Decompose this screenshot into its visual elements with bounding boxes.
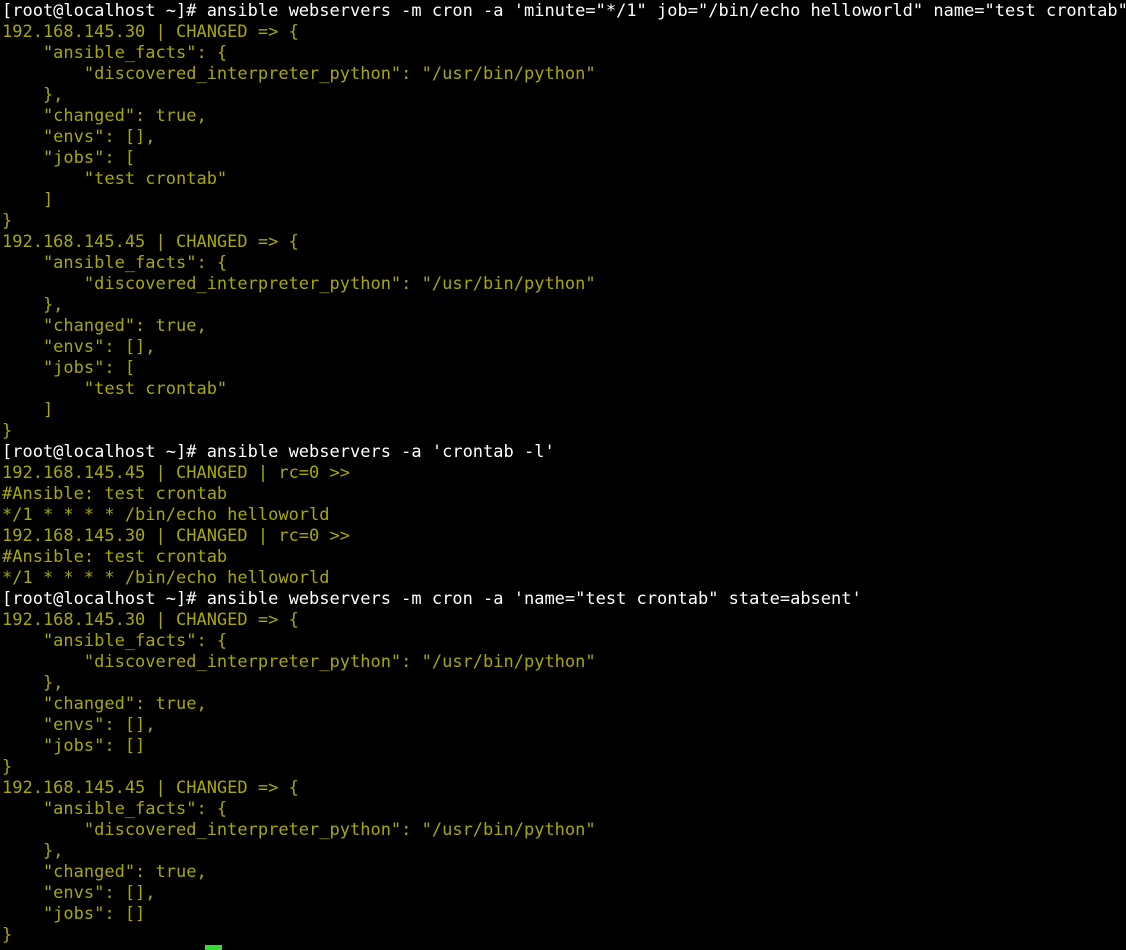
terminal-output-line: */1 * * * * /bin/echo helloworld xyxy=(2,568,330,588)
terminal-output-line: }, xyxy=(2,841,64,861)
terminal-cursor xyxy=(205,945,222,950)
terminal-output-line: "changed": true, xyxy=(2,106,207,126)
terminal-output-line: "envs": [], xyxy=(2,127,156,147)
terminal-output-line: }, xyxy=(2,295,64,315)
terminal-output-line: } xyxy=(2,757,13,777)
terminal-output-line: ] xyxy=(2,190,54,210)
terminal-command-line: [root@localhost ~]# ansible webservers -… xyxy=(2,442,555,462)
terminal-output-line: 192.168.145.45 | CHANGED => { xyxy=(2,232,299,252)
terminal-output-line: "ansible_facts": { xyxy=(2,43,228,63)
terminal-command-line: [root@localhost ~]# ansible webservers -… xyxy=(2,1,1126,21)
terminal-output-line: } xyxy=(2,211,13,231)
terminal-output-line: "test crontab" xyxy=(2,169,228,189)
terminal-output-line: 192.168.145.30 | CHANGED | rc=0 >> xyxy=(2,526,350,546)
terminal-output-line: "envs": [], xyxy=(2,715,156,735)
terminal-output-line: "ansible_facts": { xyxy=(2,253,228,273)
terminal-output-line: "ansible_facts": { xyxy=(2,631,228,651)
terminal-output-line: "discovered_interpreter_python": "/usr/b… xyxy=(2,652,596,672)
terminal-output-line: "discovered_interpreter_python": "/usr/b… xyxy=(2,820,596,840)
terminal-output-line: "test crontab" xyxy=(2,379,228,399)
terminal-output-line: #Ansible: test crontab xyxy=(2,547,228,567)
terminal-output-line: "jobs": [ xyxy=(2,358,136,378)
terminal-output-line: } xyxy=(2,421,13,441)
terminal-window[interactable]: [root@localhost ~]# ansible webservers -… xyxy=(0,0,1126,950)
terminal-output-line: "jobs": [ xyxy=(2,148,136,168)
terminal-command-line: [root@localhost ~]# ansible webservers -… xyxy=(2,589,862,609)
terminal-output-line: 192.168.145.30 | CHANGED => { xyxy=(2,610,299,630)
terminal-output-buffer[interactable]: [root@localhost ~]# ansible webservers -… xyxy=(2,1,1126,946)
terminal-output-line: */1 * * * * /bin/echo helloworld xyxy=(2,505,330,525)
terminal-output-line: 192.168.145.45 | CHANGED => { xyxy=(2,778,299,798)
terminal-output-line: "discovered_interpreter_python": "/usr/b… xyxy=(2,274,596,294)
terminal-output-line: ] xyxy=(2,400,54,420)
terminal-output-line: } xyxy=(2,925,13,945)
terminal-output-line: "discovered_interpreter_python": "/usr/b… xyxy=(2,64,596,84)
terminal-output-line: "changed": true, xyxy=(2,862,207,882)
terminal-output-line: 192.168.145.30 | CHANGED => { xyxy=(2,22,299,42)
terminal-output-line: #Ansible: test crontab xyxy=(2,484,228,504)
terminal-output-line: "ansible_facts": { xyxy=(2,799,228,819)
terminal-output-line: "envs": [], xyxy=(2,883,156,903)
terminal-output-line: 192.168.145.45 | CHANGED | rc=0 >> xyxy=(2,463,350,483)
terminal-output-line: }, xyxy=(2,85,64,105)
terminal-output-line: "changed": true, xyxy=(2,694,207,714)
terminal-output-line: "jobs": [] xyxy=(2,736,146,756)
terminal-output-line: "envs": [], xyxy=(2,337,156,357)
terminal-output-line: "changed": true, xyxy=(2,316,207,336)
terminal-output-line: "jobs": [] xyxy=(2,904,146,924)
terminal-output-line: }, xyxy=(2,673,64,693)
